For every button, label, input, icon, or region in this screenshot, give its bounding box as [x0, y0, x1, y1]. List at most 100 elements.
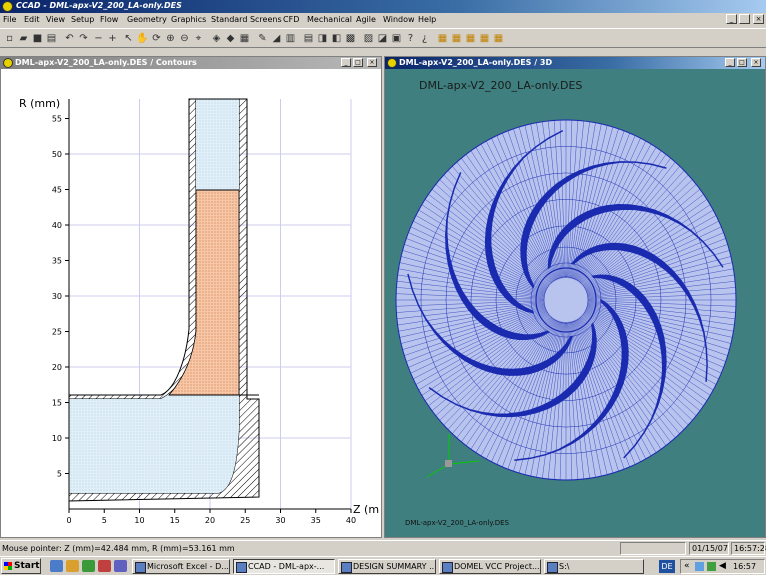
window-icon — [387, 58, 397, 68]
tool-i-icon[interactable]: ◧ — [330, 32, 343, 45]
screen-1-icon[interactable]: ▦ — [436, 32, 449, 45]
menu-edit[interactable]: Edit — [24, 15, 40, 24]
mdi-close-button[interactable]: × — [753, 14, 764, 24]
rotate-icon[interactable]: ⟳ — [150, 32, 163, 45]
redo-icon[interactable]: ↷ — [77, 32, 90, 45]
tool-d-icon[interactable]: ✎ — [256, 32, 269, 45]
y-tick-label: 35 — [52, 257, 62, 266]
screen-3-icon[interactable]: ▦ — [464, 32, 477, 45]
tray-volume-icon[interactable]: ◀ — [719, 561, 726, 571]
view3d-caption-top: DML-apx-V2_200_LA-only.DES — [419, 79, 582, 92]
menu-graphics[interactable]: Graphics — [171, 15, 206, 24]
x-axis-label: Z (m — [353, 503, 379, 516]
start-button[interactable]: Start — [1, 558, 41, 574]
view3d-titlebar: DML-apx-V2_200_LA-only.DES / 3D _ □ × — [385, 57, 765, 69]
tool-j-icon[interactable]: ▩ — [344, 32, 357, 45]
quicklaunch-desktop-icon[interactable] — [82, 560, 95, 572]
tool-m-icon[interactable]: ▣ — [390, 32, 403, 45]
menu-view[interactable]: View — [46, 15, 65, 24]
screen-2-icon[interactable]: ▦ — [450, 32, 463, 45]
contours-canvas[interactable]: 5 10 15 20 25 30 35 40 45 50 55 0 5 10 15 20 25 30 35 40 R… — [1, 69, 381, 537]
y-tick-label: 50 — [52, 150, 62, 159]
x-tick-label: 0 — [66, 516, 71, 525]
screen-4-icon[interactable]: ▦ — [478, 32, 491, 45]
help-icon[interactable]: ? — [404, 32, 417, 45]
tool-e-icon[interactable]: ◢ — [270, 32, 283, 45]
zoom-fit-icon[interactable]: ⌖ — [192, 32, 205, 45]
save-icon[interactable]: ■ — [31, 32, 44, 45]
x-tick-label: 25 — [240, 516, 250, 525]
status-bar: Mouse pointer: Z (mm)=42.484 mm, R (mm)=… — [0, 540, 766, 556]
quicklaunch-app-icon[interactable] — [114, 560, 127, 572]
menu-help[interactable]: Help — [418, 15, 436, 24]
new-icon[interactable]: ▫ — [3, 32, 16, 45]
tray-app-icon[interactable] — [707, 562, 716, 571]
app-icon[interactable] — [2, 1, 13, 12]
view3d-close-button[interactable]: × — [751, 58, 761, 67]
menu-flow[interactable]: Flow — [100, 15, 118, 24]
system-tray: « ◀ 16:57 — [680, 559, 765, 574]
menu-setup[interactable]: Setup — [71, 15, 94, 24]
undo-icon[interactable]: ↶ — [63, 32, 76, 45]
tool-l-icon[interactable]: ◪ — [376, 32, 389, 45]
task-design-summary[interactable]: DESIGN SUMMARY ... — [338, 559, 436, 574]
quicklaunch-media-icon[interactable] — [98, 560, 111, 572]
x-tick-label: 20 — [205, 516, 215, 525]
toolbar: ▫ ▰ ■ ▤ ↶ ↷ − + ↖ ✋ ⟳ ⊕ ⊖ ⌖ ◈ ◆ ▦ ✎ ◢ ▥ … — [0, 28, 766, 48]
task-s-drive[interactable]: S:\ — [544, 559, 644, 574]
menu-cfd[interactable]: CFD — [283, 15, 299, 24]
contours-titlebar: DML-apx-V2_200_LA-only.DES / Contours _ … — [1, 57, 381, 69]
contours-window: DML-apx-V2_200_LA-only.DES / Contours _ … — [0, 56, 382, 538]
mouse-pointer-readout: Mouse pointer: Z (mm)=42.484 mm, R (mm)=… — [2, 544, 235, 553]
task-excel[interactable]: Microsoft Excel - D... — [132, 559, 230, 574]
x-tick-label: 30 — [275, 516, 285, 525]
tool-f-icon[interactable]: ▥ — [284, 32, 297, 45]
view3d-canvas[interactable]: DML-apx-V2_200_LA-only.DES DML-apx-V2_20… — [385, 69, 765, 537]
menu-standard-screens[interactable]: Standard Screens — [211, 15, 282, 24]
task-domel-project[interactable]: DOMEL VCC Project... — [439, 559, 541, 574]
contours-title: DML-apx-V2_200_LA-only.DES / Contours — [15, 58, 197, 67]
quicklaunch-explorer-icon[interactable] — [66, 560, 79, 572]
menu-geometry[interactable]: Geometry — [127, 15, 167, 24]
mdi-restore-button[interactable] — [739, 14, 750, 24]
menu-bar: File Edit View Setup Flow Geometry Graph… — [0, 13, 766, 27]
view3d-maximize-button[interactable]: □ — [737, 58, 747, 67]
tray-clock[interactable]: 16:57 — [733, 562, 756, 571]
quicklaunch-ie-icon[interactable] — [50, 560, 63, 572]
tool-b-icon[interactable]: ◆ — [224, 32, 237, 45]
task-ccad[interactable]: CCAD - DML-apx-... — [233, 559, 335, 574]
blade-region — [168, 189, 240, 396]
plus-icon[interactable]: + — [106, 32, 119, 45]
y-tick-label: 40 — [52, 221, 62, 230]
menu-mechanical[interactable]: Mechanical — [307, 15, 352, 24]
tray-expand-icon[interactable]: « — [684, 561, 690, 571]
open-icon[interactable]: ▰ — [17, 32, 30, 45]
tool-a-icon[interactable]: ◈ — [210, 32, 223, 45]
mdi-minimize-button[interactable]: _ — [726, 14, 737, 24]
context-help-icon[interactable]: ¿ — [418, 32, 431, 45]
zoom-in-icon[interactable]: ⊕ — [164, 32, 177, 45]
window-icon — [3, 58, 13, 68]
view3d-minimize-button[interactable]: _ — [725, 58, 735, 67]
print-icon[interactable]: ▤ — [45, 32, 58, 45]
contours-minimize-button[interactable]: _ — [341, 58, 351, 67]
contours-maximize-button[interactable]: □ — [353, 58, 363, 67]
tool-c-icon[interactable]: ▦ — [238, 32, 251, 45]
language-indicator[interactable]: DE — [659, 560, 675, 573]
y-axis-label: R (mm) — [19, 97, 60, 110]
tool-k-icon[interactable]: ▨ — [362, 32, 375, 45]
view3d-caption-bottom: DML-apx-V2_200_LA-only.DES — [405, 519, 510, 527]
tool-h-icon[interactable]: ◨ — [316, 32, 329, 45]
menu-window[interactable]: Window — [383, 15, 415, 24]
tray-network-icon[interactable] — [695, 562, 704, 571]
tool-g-icon[interactable]: ▤ — [302, 32, 315, 45]
minus-icon[interactable]: − — [92, 32, 105, 45]
select-icon[interactable]: ↖ — [122, 32, 135, 45]
y-tick-label: 45 — [52, 186, 62, 195]
menu-agile[interactable]: Agile — [356, 15, 376, 24]
screen-5-icon[interactable]: ▦ — [492, 32, 505, 45]
zoom-out-icon[interactable]: ⊖ — [178, 32, 191, 45]
pan-icon[interactable]: ✋ — [136, 32, 149, 45]
contours-close-button[interactable]: × — [367, 58, 377, 67]
menu-file[interactable]: File — [3, 15, 16, 24]
